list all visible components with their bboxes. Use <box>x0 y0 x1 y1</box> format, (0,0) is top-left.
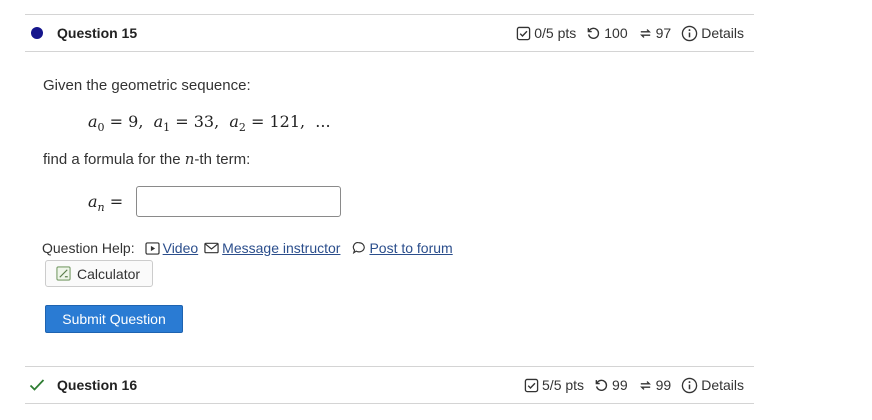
question-help: Question Help: Video Message instructor … <box>42 240 453 256</box>
video-link[interactable]: Video <box>145 240 198 256</box>
retry-icon <box>587 27 600 39</box>
question-meta: 5/5 pts 99 99 Details <box>519 377 744 394</box>
help-label: Question Help: <box>42 240 135 256</box>
info-icon <box>681 377 698 393</box>
ellipsis: ... <box>315 112 331 131</box>
attempts-group: 99 <box>594 377 628 393</box>
a0-value: 9 <box>128 112 139 131</box>
attempts-text: 99 <box>612 377 628 393</box>
sequence-expression: a0 = 9, a1 = 33, a2 = 121, ... <box>88 112 331 135</box>
info-icon <box>681 25 698 41</box>
question-title: Question 15 <box>57 25 138 41</box>
question-15-header: Question 15 0/5 pts 100 97 Details <box>25 14 754 52</box>
chat-bubble-icon <box>353 242 366 255</box>
calculator-icon <box>56 266 71 281</box>
question-title: Question 16 <box>57 377 138 393</box>
question-meta: 0/5 pts 100 97 Details <box>511 25 744 42</box>
prompt-formula: find a formula for the n-th term: <box>43 150 251 168</box>
details-text: Details <box>701 377 744 393</box>
retries-group: 99 <box>638 377 672 393</box>
score-text: 5/5 pts <box>542 377 585 393</box>
attempts-group: 100 <box>586 25 628 41</box>
retry-icon <box>595 379 608 391</box>
checkbox-icon <box>524 378 539 392</box>
score-text: 0/5 pts <box>534 25 577 41</box>
a1-value: 33 <box>193 112 215 131</box>
score-group: 5/5 pts <box>524 377 584 393</box>
retries-group: 97 <box>638 25 672 41</box>
checkbox-icon <box>516 26 531 40</box>
submit-question-button[interactable]: Submit Question <box>45 305 183 333</box>
video-icon <box>145 241 160 255</box>
refresh-arrows-icon <box>639 380 651 390</box>
details-link[interactable]: Details <box>681 25 744 42</box>
message-instructor-link[interactable]: Message instructor <box>204 240 340 256</box>
a2-value: 121 <box>269 112 300 131</box>
answer-input[interactable] <box>136 186 341 217</box>
score-group: 0/5 pts <box>516 25 576 41</box>
mail-icon <box>204 242 219 254</box>
correct-check-icon <box>29 378 45 392</box>
answer-label: an = <box>88 192 124 215</box>
question-16-header: Question 16 5/5 pts 99 99 Details <box>25 366 754 404</box>
calculator-button[interactable]: Calculator <box>45 260 154 287</box>
details-link[interactable]: Details <box>681 377 744 394</box>
post-to-forum-link[interactable]: Post to forum <box>352 240 453 256</box>
details-text: Details <box>701 25 744 41</box>
retries-text: 97 <box>655 25 672 41</box>
retries-text: 99 <box>655 377 672 393</box>
attempts-text: 100 <box>604 25 628 41</box>
refresh-arrows-icon <box>639 28 651 38</box>
prompt-intro: Given the geometric sequence: <box>43 77 251 94</box>
status-dot-icon <box>31 27 43 39</box>
